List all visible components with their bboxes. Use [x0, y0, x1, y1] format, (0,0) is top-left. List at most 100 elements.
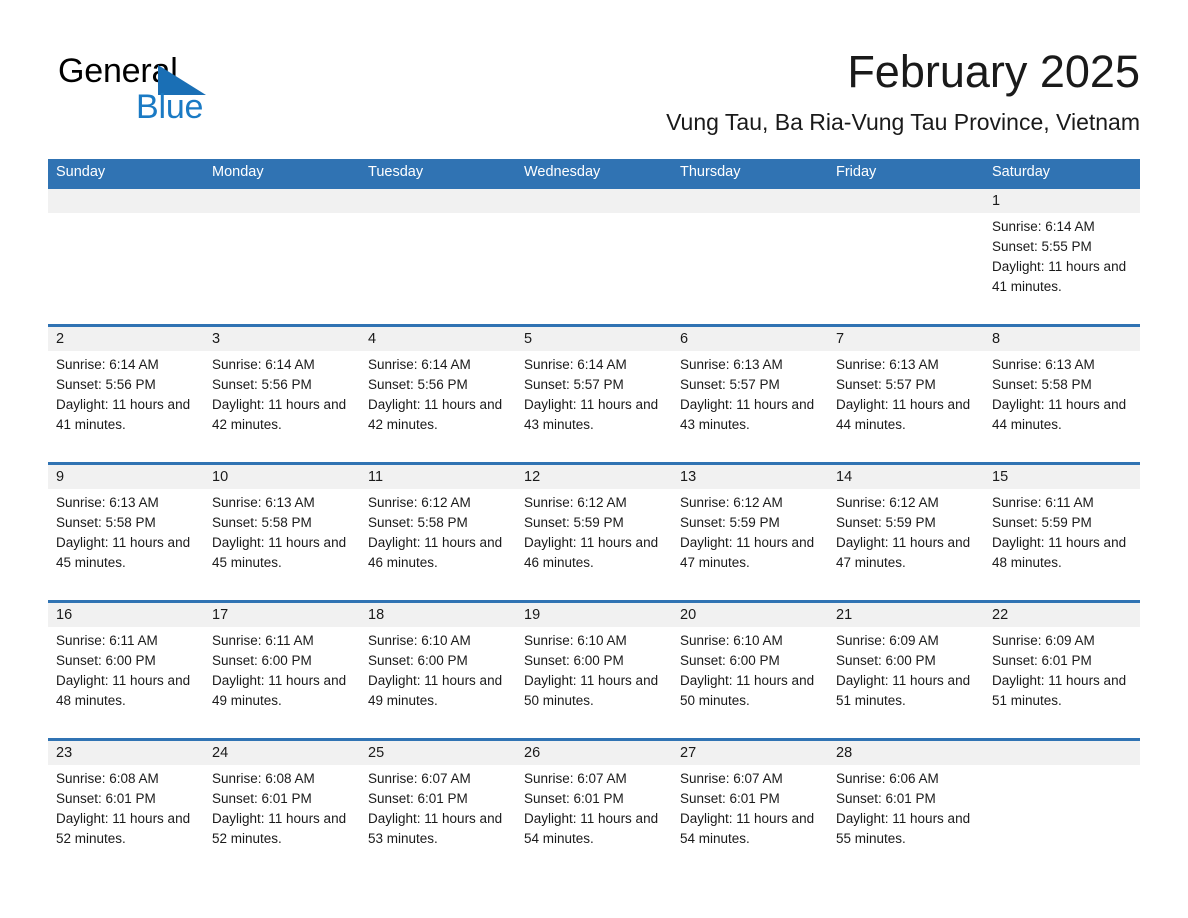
day-cell[interactable]: Sunrise: 6:11 AM Sunset: 6:00 PM Dayligh…	[48, 627, 204, 738]
day-number: 13	[680, 469, 697, 485]
sunset-text: Sunset: 6:01 PM	[992, 653, 1092, 668]
day-number: 24	[212, 745, 229, 761]
day-cell[interactable]	[828, 213, 984, 324]
daylight-text: Daylight: 11 hours and 44 minutes.	[836, 397, 971, 432]
sunset-text: Sunset: 6:00 PM	[368, 653, 468, 668]
day-cell[interactable]: Sunrise: 6:06 AM Sunset: 6:01 PM Dayligh…	[828, 765, 984, 876]
sunset-text: Sunset: 6:00 PM	[212, 653, 312, 668]
daylight-text: Daylight: 11 hours and 46 minutes.	[524, 535, 659, 570]
day-cell[interactable]: Sunrise: 6:10 AM Sunset: 6:00 PM Dayligh…	[672, 627, 828, 738]
day-number	[204, 189, 360, 213]
day-cell[interactable]: Sunrise: 6:14 AM Sunset: 5:56 PM Dayligh…	[48, 351, 204, 462]
page-header: General Blue February 2025 Vung Tau, Ba …	[48, 44, 1140, 148]
week-row: 2 3 4 5 6 7 8 Sunrise: 6:14 AM Sunset: 5…	[48, 324, 1140, 462]
week-detail-band: Sunrise: 6:14 AM Sunset: 5:55 PM Dayligh…	[48, 213, 1140, 324]
location-subtitle: Vung Tau, Ba Ria-Vung Tau Province, Viet…	[666, 109, 1140, 135]
day-cell[interactable]: Sunrise: 6:12 AM Sunset: 5:59 PM Dayligh…	[672, 489, 828, 600]
week-row: 9 10 11 12 13 14 15 Sunrise: 6:13 AM Sun…	[48, 462, 1140, 600]
day-cell[interactable]: Sunrise: 6:08 AM Sunset: 6:01 PM Dayligh…	[204, 765, 360, 876]
sunrise-text: Sunrise: 6:12 AM	[836, 495, 939, 510]
day-cell[interactable]: Sunrise: 6:09 AM Sunset: 6:00 PM Dayligh…	[828, 627, 984, 738]
week-detail-band: Sunrise: 6:13 AM Sunset: 5:58 PM Dayligh…	[48, 489, 1140, 600]
day-cell[interactable]: Sunrise: 6:14 AM Sunset: 5:56 PM Dayligh…	[204, 351, 360, 462]
sunrise-text: Sunrise: 6:10 AM	[680, 633, 783, 648]
sunset-text: Sunset: 5:58 PM	[56, 515, 156, 530]
sunset-text: Sunset: 6:00 PM	[56, 653, 156, 668]
day-cell[interactable]	[204, 213, 360, 324]
daylight-text: Daylight: 11 hours and 54 minutes.	[680, 811, 815, 846]
day-number: 4	[368, 331, 377, 347]
daylight-text: Daylight: 11 hours and 51 minutes.	[992, 673, 1127, 708]
day-number: 2	[56, 331, 65, 347]
day-cell[interactable]: Sunrise: 6:09 AM Sunset: 6:01 PM Dayligh…	[984, 627, 1140, 738]
day-cell[interactable]	[360, 213, 516, 324]
sunrise-text: Sunrise: 6:09 AM	[992, 633, 1095, 648]
day-cell[interactable]: Sunrise: 6:08 AM Sunset: 6:01 PM Dayligh…	[48, 765, 204, 876]
day-cell[interactable]	[984, 765, 1140, 876]
daylight-text: Daylight: 11 hours and 43 minutes.	[680, 397, 815, 432]
sunset-text: Sunset: 6:01 PM	[368, 791, 468, 806]
sunset-text: Sunset: 6:01 PM	[56, 791, 156, 806]
sunset-text: Sunset: 5:58 PM	[992, 377, 1092, 392]
weekday-header-tuesday: Tuesday	[368, 164, 424, 180]
day-number: 9	[56, 469, 65, 485]
daylight-text: Daylight: 11 hours and 49 minutes.	[368, 673, 503, 708]
day-number: 27	[680, 745, 697, 761]
day-number	[360, 189, 516, 213]
day-cell[interactable]: Sunrise: 6:13 AM Sunset: 5:58 PM Dayligh…	[48, 489, 204, 600]
sunrise-text: Sunrise: 6:13 AM	[992, 357, 1095, 372]
day-cell[interactable]: Sunrise: 6:14 AM Sunset: 5:55 PM Dayligh…	[984, 213, 1140, 324]
week-detail-band: Sunrise: 6:14 AM Sunset: 5:56 PM Dayligh…	[48, 351, 1140, 462]
daylight-text: Daylight: 11 hours and 42 minutes.	[212, 397, 347, 432]
day-cell[interactable]	[516, 213, 672, 324]
sunset-text: Sunset: 5:59 PM	[992, 515, 1092, 530]
sunrise-text: Sunrise: 6:08 AM	[212, 771, 315, 786]
day-cell[interactable]: Sunrise: 6:12 AM Sunset: 5:59 PM Dayligh…	[828, 489, 984, 600]
day-cell[interactable]	[48, 213, 204, 324]
day-number: 23	[56, 745, 73, 761]
sunset-text: Sunset: 5:58 PM	[212, 515, 312, 530]
day-cell[interactable]: Sunrise: 6:13 AM Sunset: 5:58 PM Dayligh…	[984, 351, 1140, 462]
day-cell[interactable]: Sunrise: 6:12 AM Sunset: 5:58 PM Dayligh…	[360, 489, 516, 600]
day-number: 21	[836, 607, 853, 623]
sunset-text: Sunset: 5:57 PM	[524, 377, 624, 392]
sunset-text: Sunset: 5:59 PM	[680, 515, 780, 530]
day-number	[984, 741, 1140, 765]
day-cell[interactable]: Sunrise: 6:11 AM Sunset: 6:00 PM Dayligh…	[204, 627, 360, 738]
day-cell[interactable]: Sunrise: 6:12 AM Sunset: 5:59 PM Dayligh…	[516, 489, 672, 600]
day-cell[interactable]: Sunrise: 6:13 AM Sunset: 5:57 PM Dayligh…	[828, 351, 984, 462]
sunset-text: Sunset: 6:01 PM	[524, 791, 624, 806]
day-cell[interactable]: Sunrise: 6:14 AM Sunset: 5:57 PM Dayligh…	[516, 351, 672, 462]
day-number	[516, 189, 672, 213]
daylight-text: Daylight: 11 hours and 44 minutes.	[992, 397, 1127, 432]
sunrise-text: Sunrise: 6:14 AM	[992, 219, 1095, 234]
week-date-number-band: 16 17 18 19 20 21 22	[48, 603, 1140, 627]
day-cell[interactable]: Sunrise: 6:07 AM Sunset: 6:01 PM Dayligh…	[672, 765, 828, 876]
week-detail-band: Sunrise: 6:11 AM Sunset: 6:00 PM Dayligh…	[48, 627, 1140, 738]
day-number: 25	[368, 745, 385, 761]
sunrise-text: Sunrise: 6:14 AM	[212, 357, 315, 372]
day-cell[interactable]: Sunrise: 6:10 AM Sunset: 6:00 PM Dayligh…	[360, 627, 516, 738]
day-number	[672, 189, 828, 213]
day-cell[interactable]: Sunrise: 6:13 AM Sunset: 5:57 PM Dayligh…	[672, 351, 828, 462]
sunset-text: Sunset: 5:56 PM	[56, 377, 156, 392]
daylight-text: Daylight: 11 hours and 45 minutes.	[56, 535, 191, 570]
day-number: 28	[836, 745, 853, 761]
day-cell[interactable]: Sunrise: 6:14 AM Sunset: 5:56 PM Dayligh…	[360, 351, 516, 462]
day-cell[interactable]: Sunrise: 6:07 AM Sunset: 6:01 PM Dayligh…	[516, 765, 672, 876]
day-cell[interactable]: Sunrise: 6:10 AM Sunset: 6:00 PM Dayligh…	[516, 627, 672, 738]
day-cell[interactable]: Sunrise: 6:07 AM Sunset: 6:01 PM Dayligh…	[360, 765, 516, 876]
week-row: 1 Sunrise: 6:14 AM Sunset: 5:55 PM Dayli…	[48, 186, 1140, 324]
daylight-text: Daylight: 11 hours and 47 minutes.	[836, 535, 971, 570]
sunrise-text: Sunrise: 6:14 AM	[524, 357, 627, 372]
sunset-text: Sunset: 6:00 PM	[836, 653, 936, 668]
day-number: 12	[524, 469, 541, 485]
day-cell[interactable]	[672, 213, 828, 324]
day-number: 6	[680, 331, 689, 347]
generalblue-logo[interactable]: General Blue	[58, 52, 338, 132]
day-cell[interactable]: Sunrise: 6:13 AM Sunset: 5:58 PM Dayligh…	[204, 489, 360, 600]
day-cell[interactable]: Sunrise: 6:11 AM Sunset: 5:59 PM Dayligh…	[984, 489, 1140, 600]
daylight-text: Daylight: 11 hours and 52 minutes.	[56, 811, 191, 846]
daylight-text: Daylight: 11 hours and 41 minutes.	[56, 397, 191, 432]
day-number: 22	[992, 607, 1009, 623]
